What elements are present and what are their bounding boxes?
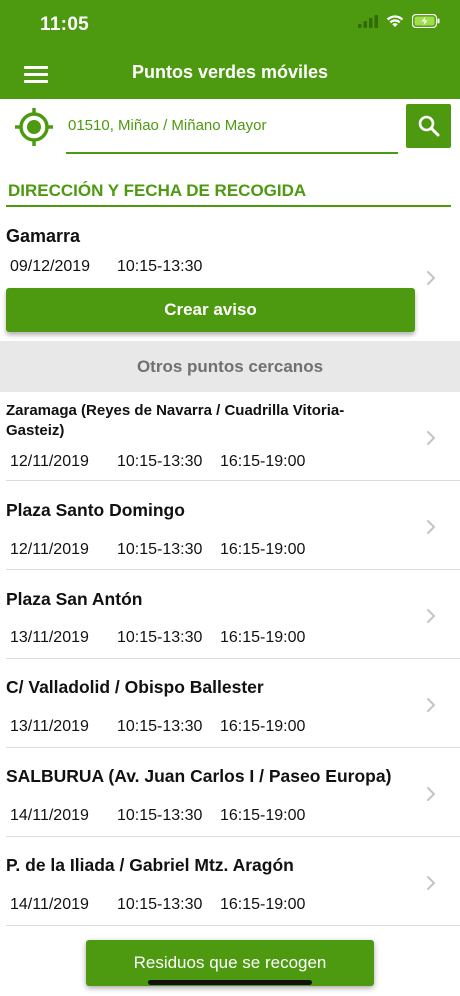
create-alert-button[interactable]: Crear aviso <box>6 288 415 332</box>
list-item-date: 14/11/2019 <box>10 896 89 913</box>
list-item-time-morning: 10:15-13:30 <box>117 629 203 646</box>
wifi-icon <box>386 15 404 27</box>
list-item-name: Zaramaga (Reyes de Navarra / Cuadrilla V… <box>6 402 345 439</box>
list-item-time-morning: 10:15-13:30 <box>117 453 203 470</box>
signal-icon <box>358 14 378 28</box>
list-item-time-afternoon: 16:15-19:00 <box>220 807 306 824</box>
list-item-time-afternoon: 16:15-19:00 <box>220 541 306 558</box>
chevron-right-icon[interactable] <box>426 519 436 535</box>
chevron-right-icon[interactable] <box>426 608 436 624</box>
list-item[interactable]: Plaza San Antón 13/11/2019 10:15-13:30 1… <box>0 570 460 659</box>
list-item-name: P. de la Iliada / Gabriel Mtz. Aragón <box>6 855 294 875</box>
list-item-time-afternoon: 16:15-19:00 <box>220 896 306 913</box>
list-item-time-morning: 10:15-13:30 <box>117 807 203 824</box>
chevron-right-icon[interactable] <box>426 270 436 286</box>
list-item[interactable]: Plaza Santo Domingo 12/11/2019 10:15-13:… <box>0 481 460 570</box>
status-icons <box>358 14 440 28</box>
list-item-name: SALBURUA (Av. Juan Carlos I / Paseo Euro… <box>6 766 392 786</box>
list-item-date: 13/11/2019 <box>10 629 89 646</box>
search-bar: 01510, Miñao / Miñano Mayor <box>0 99 460 155</box>
list-item-date: 13/11/2019 <box>10 718 89 735</box>
list-item-date: 12/11/2019 <box>10 453 89 470</box>
section-divider <box>6 205 451 207</box>
list-item[interactable]: C/ Valladolid / Obispo Ballester 13/11/2… <box>0 659 460 748</box>
list-item[interactable]: SALBURUA (Av. Juan Carlos I / Paseo Euro… <box>0 748 460 837</box>
section-title: DIRECCIÓN Y FECHA DE RECOGIDA <box>8 181 307 200</box>
app-header: 11:05 Puntos verdes móviles <box>0 0 460 99</box>
nearby-list: Zaramaga (Reyes de Navarra / Cuadrilla V… <box>0 392 460 926</box>
home-indicator <box>148 980 312 985</box>
list-divider <box>6 925 460 926</box>
nearby-header: Otros puntos cercanos <box>0 341 460 392</box>
list-item-time-afternoon: 16:15-19:00 <box>220 718 306 735</box>
list-item[interactable]: P. de la Iliada / Gabriel Mtz. Aragón 14… <box>0 837 460 926</box>
battery-charging-icon <box>412 14 440 28</box>
main-point-name: Gamarra <box>6 226 81 246</box>
list-item-time-morning: 10:15-13:30 <box>117 718 203 735</box>
list-item-time-afternoon: 16:15-19:00 <box>220 629 306 646</box>
location-input[interactable]: 01510, Miñao / Miñano Mayor <box>68 117 266 134</box>
search-button[interactable] <box>406 104 451 148</box>
page-title: Puntos verdes móviles <box>131 62 329 82</box>
list-item-time-afternoon: 16:15-19:00 <box>220 453 306 470</box>
chevron-right-icon[interactable] <box>426 430 436 446</box>
chevron-right-icon[interactable] <box>426 697 436 713</box>
list-item-date: 14/11/2019 <box>10 807 89 824</box>
search-icon <box>418 115 439 137</box>
main-point-date: 09/12/2019 <box>10 258 91 275</box>
list-item-name: C/ Valladolid / Obispo Ballester <box>6 677 264 697</box>
locate-icon[interactable] <box>14 107 54 147</box>
list-item-name: Plaza San Antón <box>6 589 143 609</box>
main-point-time: 10:15-13:30 <box>117 258 203 275</box>
chevron-right-icon[interactable] <box>426 786 436 802</box>
list-item-time-morning: 10:15-13:30 <box>117 541 203 558</box>
list-item-name: Plaza Santo Domingo <box>6 500 185 520</box>
list-item-time-morning: 10:15-13:30 <box>117 896 203 913</box>
list-item-date: 12/11/2019 <box>10 541 89 558</box>
status-time: 11:05 <box>40 14 90 35</box>
list-item[interactable]: Zaramaga (Reyes de Navarra / Cuadrilla V… <box>0 392 460 481</box>
location-input-underline <box>66 152 398 154</box>
chevron-right-icon[interactable] <box>426 875 436 891</box>
